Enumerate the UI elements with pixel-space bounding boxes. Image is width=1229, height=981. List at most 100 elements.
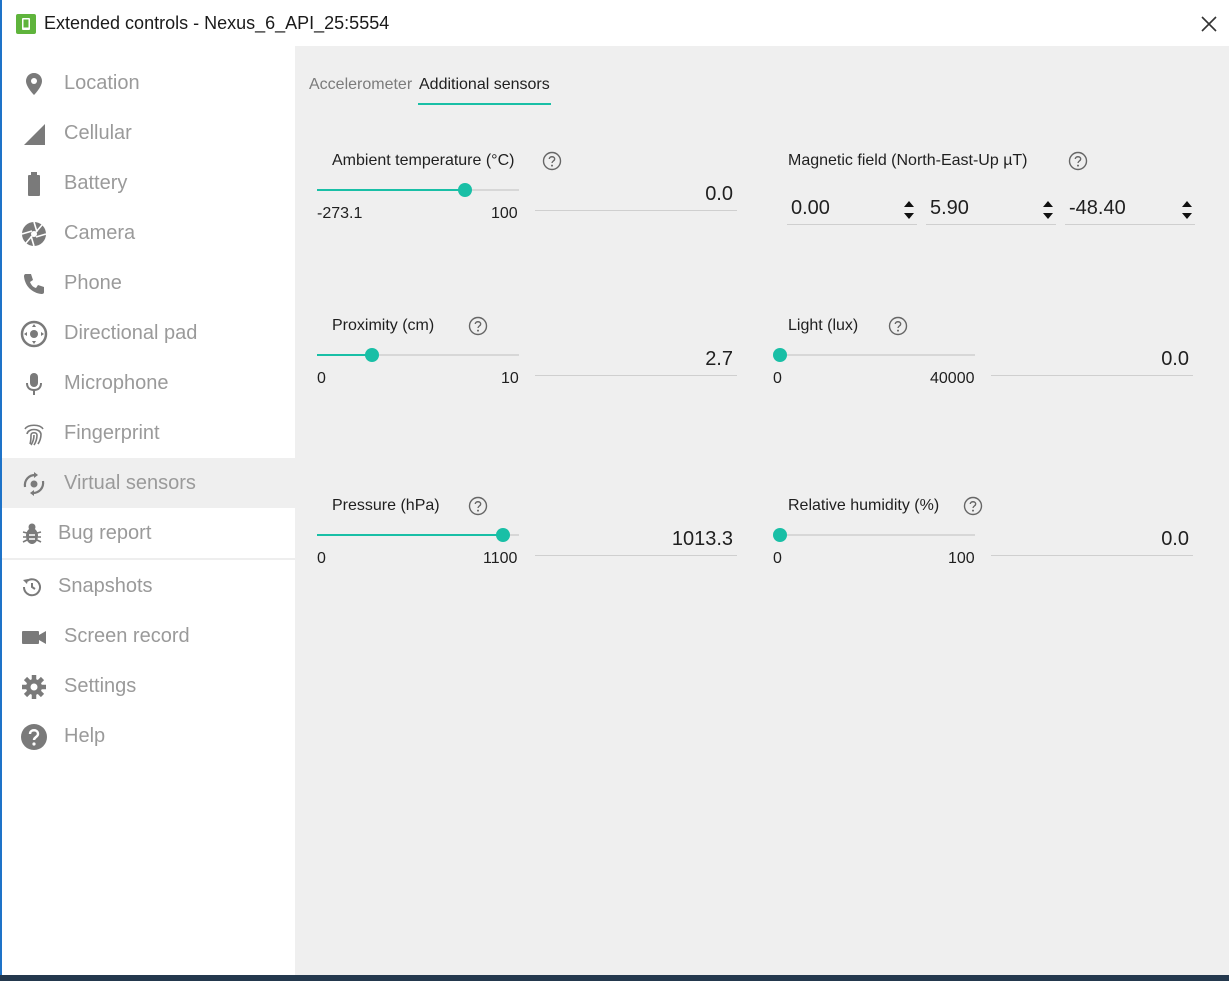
proximity-max: 10 [501, 370, 519, 387]
fingerprint-icon [20, 420, 48, 448]
spinner-arrows-icon[interactable] [1181, 198, 1193, 222]
slider-thumb[interactable] [773, 348, 787, 362]
relative-humidity-input[interactable]: 0.0 [991, 525, 1193, 556]
history-icon [20, 573, 44, 601]
pressure-slider[interactable] [317, 528, 519, 542]
gear-icon [20, 673, 48, 701]
magnetic-field-label: Magnetic field (North-East-Up µT) [788, 152, 1028, 169]
sidebar-item-label: Virtual sensors [64, 472, 196, 494]
pressure-input[interactable]: 1013.3 [535, 525, 737, 556]
relative-humidity-label: Relative humidity (%) [788, 497, 940, 514]
sidebar-item-microphone[interactable]: Microphone [2, 358, 295, 408]
help-icon[interactable] [542, 151, 562, 171]
magnetic-field-x-value: 0.00 [791, 197, 830, 219]
help-icon[interactable] [1068, 151, 1088, 171]
proximity-min: 0 [317, 370, 326, 387]
dpad-icon [20, 320, 48, 348]
slider-thumb[interactable] [496, 528, 511, 542]
magnetic-field-x-input[interactable]: 0.00 [787, 194, 917, 225]
magnetic-field-z-value: -48.40 [1069, 197, 1126, 219]
slider-thumb[interactable] [457, 183, 472, 197]
sidebar-item-settings[interactable]: Settings [2, 661, 295, 711]
sidebar-item-label: Battery [64, 172, 128, 194]
magnetic-field-y-input[interactable]: 5.90 [926, 194, 1056, 225]
help-icon[interactable] [468, 496, 488, 516]
sidebar-item-snapshots[interactable]: Snapshots [2, 561, 295, 611]
relative-humidity-max: 100 [948, 550, 975, 567]
title-bar: Extended controls - Nexus_6_API_25:5554 [2, 0, 1229, 46]
proximity-slider[interactable] [317, 348, 519, 362]
proximity-input[interactable]: 2.7 [535, 345, 737, 376]
slider-thumb[interactable] [364, 348, 379, 362]
sidebar-item-battery[interactable]: Battery [2, 158, 295, 208]
sidebar-item-label: Phone [64, 272, 122, 294]
pressure-value: 1013.3 [671, 528, 733, 550]
sidebar-item-location[interactable]: Location [2, 58, 295, 108]
light-label: Light (lux) [788, 317, 859, 334]
slider-fill [317, 354, 372, 356]
relative-humidity-slider[interactable] [773, 528, 975, 542]
light-input[interactable]: 0.0 [991, 345, 1193, 376]
window-title: Extended controls - Nexus_6_API_25:5554 [44, 13, 390, 33]
pressure-label: Pressure (hPa) [332, 497, 440, 514]
sidebar-item-label: Settings [64, 675, 137, 697]
sidebar-item-phone[interactable]: Phone [2, 258, 295, 308]
sidebar-item-camera[interactable]: Camera [2, 208, 295, 258]
light-min: 0 [773, 370, 782, 387]
help-circle-icon [20, 723, 48, 751]
sidebar-item-virtual-sensors[interactable]: Virtual sensors [2, 458, 295, 508]
sidebar-item-help[interactable]: Help [2, 711, 295, 761]
sidebar-item-label: Directional pad [64, 322, 198, 344]
proximity-label: Proximity (cm) [332, 317, 435, 334]
help-icon[interactable] [468, 316, 488, 336]
rotate-sensor-icon [20, 470, 48, 498]
light-slider[interactable] [773, 348, 975, 362]
ambient-temperature-label: Ambient temperature (°C) [332, 152, 515, 169]
proximity-value: 2.7 [705, 348, 733, 370]
location-pin-icon [20, 70, 48, 98]
pressure-min: 0 [317, 550, 326, 567]
sidebar-item-label: Location [64, 72, 140, 94]
magnetic-field-z-input[interactable]: -48.40 [1065, 194, 1195, 225]
pressure-max: 1100 [483, 550, 518, 567]
active-tab-indicator [418, 103, 551, 105]
sidebar-item-directional-pad[interactable]: Directional pad [2, 308, 295, 358]
sidebar-item-label: Screen record [64, 625, 190, 647]
ambient-temperature-min: -273.1 [317, 205, 363, 222]
bug-icon [20, 520, 44, 548]
help-icon[interactable] [888, 316, 908, 336]
camera-aperture-icon [20, 220, 48, 248]
tab-additional-sensors[interactable]: Additional sensors [419, 76, 550, 94]
spinner-arrows-icon[interactable] [903, 198, 915, 222]
ambient-temperature-max: 100 [491, 205, 518, 222]
slider-fill [317, 189, 465, 191]
cellular-signal-icon [20, 120, 48, 148]
slider-fill [317, 534, 504, 536]
desktop-taskbar-strip [0, 975, 1229, 981]
sidebar-item-label: Cellular [64, 122, 132, 144]
ambient-temperature-value: 0.0 [705, 183, 733, 205]
sidebar-item-bug-report[interactable]: Bug report [2, 508, 295, 558]
sidebar-divider [2, 558, 295, 560]
help-icon[interactable] [963, 496, 983, 516]
sidebar-item-label: Bug report [58, 522, 152, 544]
ambient-temperature-input[interactable]: 0.0 [535, 180, 737, 211]
sidebar-item-label: Fingerprint [64, 422, 160, 444]
sidebar: Location Cellular Battery Camera Phone D… [2, 46, 295, 975]
sidebar-item-cellular[interactable]: Cellular [2, 108, 295, 158]
close-icon[interactable] [1197, 12, 1221, 36]
sidebar-item-label: Help [64, 725, 106, 747]
video-camera-icon [20, 623, 48, 651]
sidebar-item-screen-record[interactable]: Screen record [2, 611, 295, 661]
light-max: 40000 [930, 370, 975, 387]
ambient-temperature-slider[interactable] [317, 183, 519, 197]
relative-humidity-value: 0.0 [1161, 528, 1189, 550]
tab-accelerometer[interactable]: Accelerometer [309, 76, 412, 94]
slider-thumb[interactable] [773, 528, 787, 542]
sidebar-item-label: Camera [64, 222, 136, 244]
sidebar-item-label: Snapshots [58, 575, 153, 597]
sidebar-item-fingerprint[interactable]: Fingerprint [2, 408, 295, 458]
extended-controls-window: Extended controls - Nexus_6_API_25:5554 … [0, 0, 1229, 975]
light-value: 0.0 [1161, 348, 1189, 370]
spinner-arrows-icon[interactable] [1042, 198, 1054, 222]
